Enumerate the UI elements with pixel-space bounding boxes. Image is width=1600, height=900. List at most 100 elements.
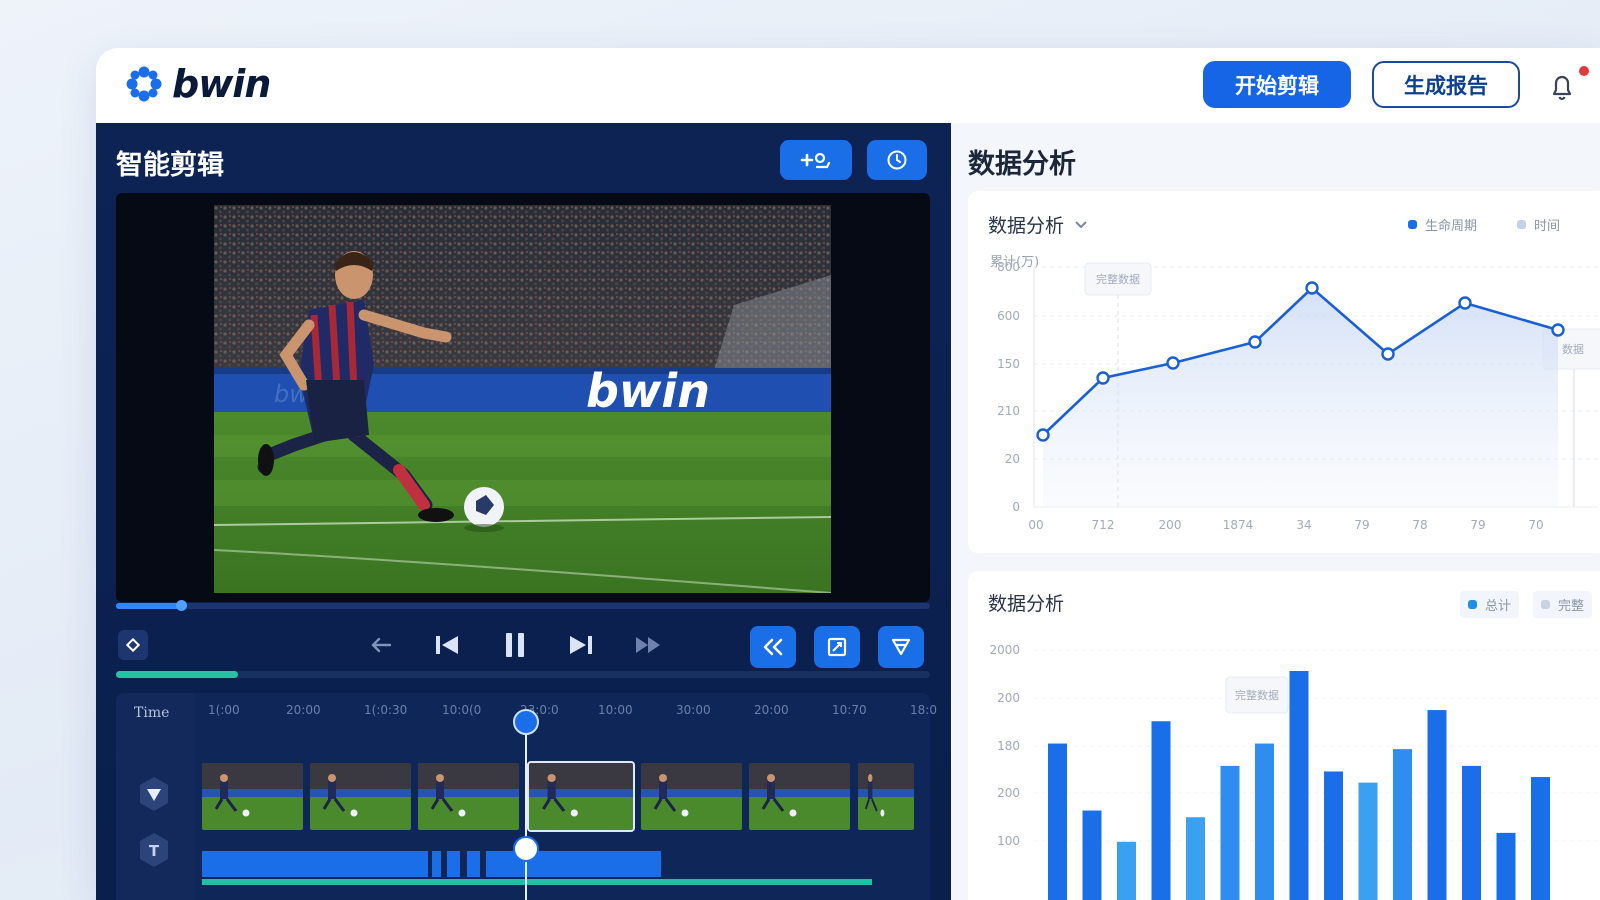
keyframe-icon [126,638,140,652]
x-tick-label: 70 [1528,518,1543,532]
x-tick-label: 00 [1028,518,1043,532]
line-point[interactable] [1381,347,1395,361]
timeline-thumbnail[interactable] [418,763,519,830]
bar[interactable] [1531,777,1550,900]
playhead-top-handle[interactable] [513,709,539,735]
clip-marker[interactable] [447,851,460,877]
bar[interactable] [1117,841,1136,900]
y-tick-label: 200 [997,786,1020,800]
bar-chart-card: 数据分析 总计 完整 100 200 180 200 2000 完整数据 [968,571,1600,900]
tooltip-text: 数据 [1562,342,1584,356]
text-icon: T [140,833,168,867]
y-tick-label: 200 [997,691,1020,705]
timeline-tick-label: 10:00 [598,703,633,717]
x-tick-label: 34 [1296,518,1311,532]
line-chart-card: 数据分析 生命周期 时间 累计(万) 0 20 210 150 600 800 00 712 2… [968,191,1600,553]
clip-track-a[interactable] [202,851,428,877]
bar[interactable] [1496,832,1516,900]
banner-text: bwin [586,364,710,418]
skip-forward-button[interactable] [564,630,598,660]
x-tick-label: 1874 [1223,518,1254,532]
y-tick-label: 600 [997,309,1020,323]
bar[interactable] [1220,765,1240,900]
pause-button[interactable] [498,630,532,660]
add-clip-button[interactable] [780,140,852,180]
clip-marker[interactable] [467,851,480,877]
video-player[interactable]: bwin bwin [116,193,930,602]
line-area [1043,288,1558,507]
bell-icon[interactable] [1544,68,1580,104]
bar[interactable] [1255,743,1274,900]
y-tick-label: 180 [997,739,1020,753]
video-progress-fill [116,603,182,609]
bar[interactable] [1151,721,1171,900]
analytics-title: 数据分析 [968,149,1076,180]
bar-chart[interactable]: 100 200 180 200 2000 完整数据 [968,571,1600,900]
line-point[interactable] [1458,296,1472,310]
video-progress-bar[interactable] [116,600,930,611]
bar[interactable] [1427,710,1447,900]
start-edit-button[interactable]: 开始剪辑 [1203,61,1351,108]
video-frame: bwin bwin [214,205,831,593]
timeline-tick-label: 30:00 [676,703,711,717]
tooltip-text: 完整数据 [1235,688,1279,702]
line-point[interactable] [1036,428,1050,442]
y-tick-label: 20 [1005,452,1020,466]
line-point[interactable] [1551,323,1565,337]
text-tool-button[interactable]: T [137,831,171,869]
bar[interactable] [1393,749,1412,900]
bwin-logo-icon [126,66,162,102]
editor-title: 智能剪辑 [116,150,224,181]
timeline-tick-label: 1(:00 [208,703,240,717]
timeline-tick-label: 10:70 [832,703,867,717]
back-arrow-button[interactable] [364,630,398,660]
timeline[interactable]: Time 1(:00 20:00 1(:0:30 10:0(0 23:0:0 10:00 3… [116,693,937,900]
smart-edit-panel: 智能剪辑 bwin bwin Time 1(:00 20:00 1(:0:30 … [96,123,951,900]
line-point[interactable] [1166,356,1180,370]
analytics-panel: 数据分析 数据分析 生命周期 时间 累计(万) 0 20 210 150 600 800 0… [951,123,1600,900]
pointer-tool-button[interactable] [137,775,171,813]
playhead-bottom-handle[interactable] [513,836,539,862]
bar[interactable] [1462,765,1481,900]
bar[interactable] [1358,782,1378,900]
x-tick-label: 712 [1092,518,1115,532]
clip-marker[interactable] [432,851,441,877]
bar[interactable] [1048,743,1067,900]
rewind-button[interactable] [750,626,796,668]
timeline-tick-label: 18:0 [910,703,937,717]
line-tooltip: 完整数据 [1084,262,1152,296]
timeline-thumbnail[interactable] [749,763,850,830]
fast-forward-button[interactable] [632,630,666,660]
bar[interactable] [1289,671,1309,900]
line-point[interactable] [1305,281,1319,295]
timeline-thumbnail[interactable] [641,763,742,830]
skip-forward-icon [570,636,592,654]
timeline-thumbnail[interactable] [527,761,635,832]
line-chart[interactable]: 0 20 210 150 600 800 00 712 200 1874 34 79 78 79 70 完整数… [968,191,1600,553]
timeline-thumbnail[interactable] [310,763,411,830]
audio-track[interactable] [202,879,872,885]
pointer-icon [140,777,168,811]
bar[interactable] [1186,817,1205,900]
timeline-thumbnail[interactable] [858,763,914,830]
keyframe-button[interactable] [118,630,148,660]
bar[interactable] [1082,810,1102,900]
add-clip-icon [800,152,831,169]
line-point[interactable] [1248,335,1262,349]
video-progress-knob[interactable] [176,600,188,611]
y-tick-label: 210 [997,404,1020,418]
svg-text:T: T [149,842,160,860]
timeline-thumbnail[interactable] [202,763,303,830]
line-point[interactable] [1096,371,1110,385]
skip-back-button[interactable] [430,630,464,660]
app-window: bwin 开始剪辑 生成报告 智能剪辑 bwin bwin Time 1(:00… [96,48,1600,900]
crop-button[interactable] [814,626,860,668]
bar[interactable] [1324,771,1343,900]
filter-button[interactable] [878,626,924,668]
settings-button[interactable] [867,140,927,180]
generate-report-button[interactable]: 生成报告 [1372,61,1520,108]
y-tick-label: 800 [997,260,1020,274]
y-tick-label: 0 [1012,500,1020,514]
clip-track-b[interactable] [486,851,661,877]
brand-logo[interactable]: bwin [124,62,271,106]
